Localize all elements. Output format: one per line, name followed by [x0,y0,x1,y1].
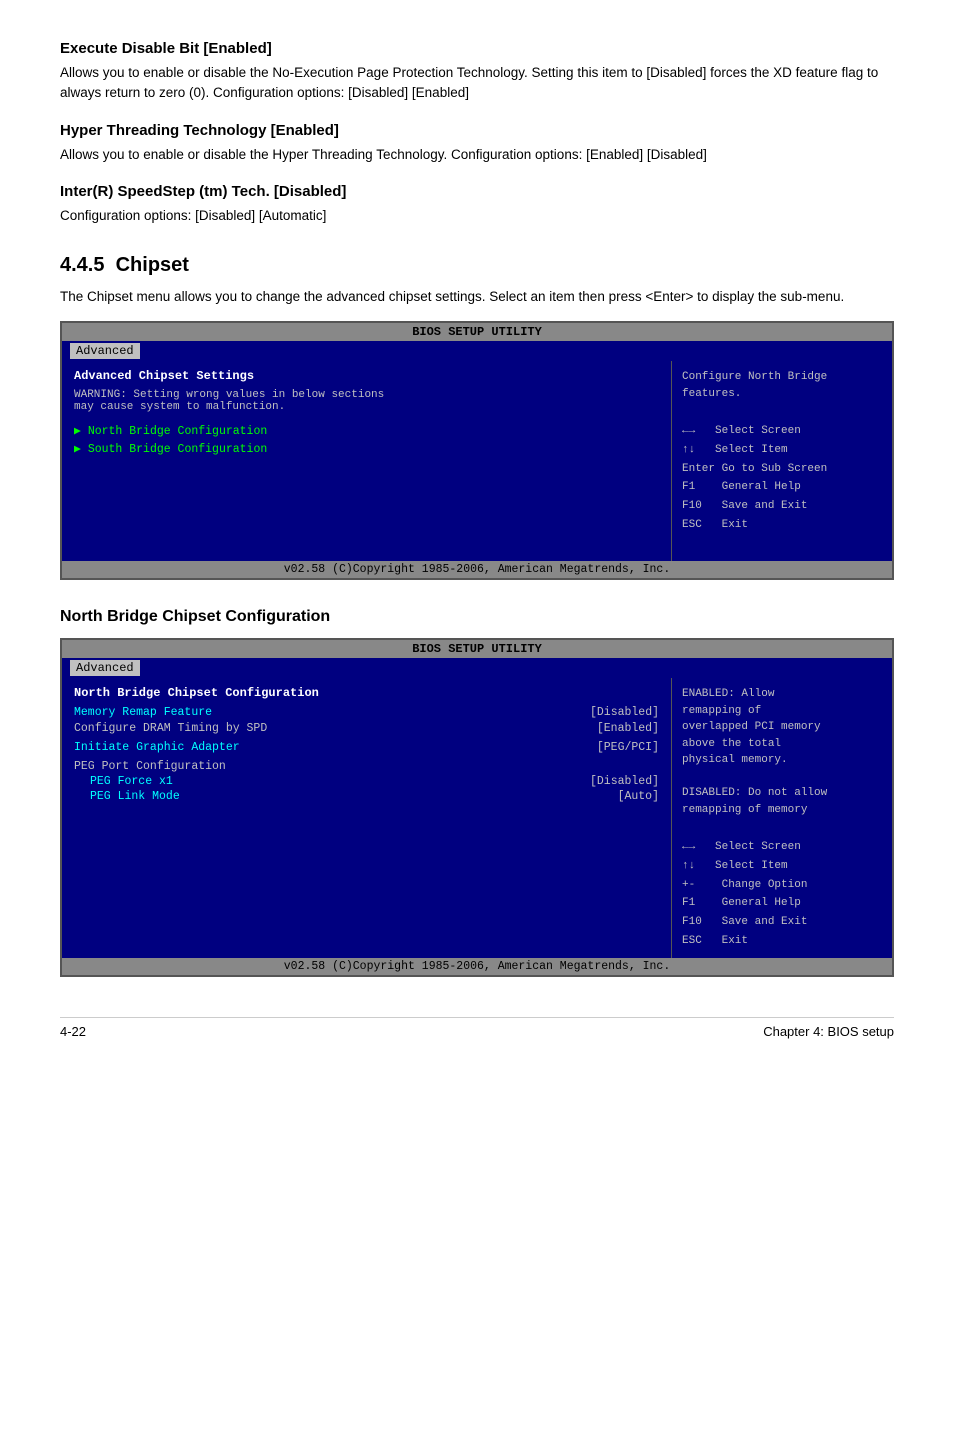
speedstep-body: Configuration options: [Disabled] [Autom… [60,206,894,226]
bios-title-bar-2: BIOS SETUP UTILITY [62,640,892,658]
bios-right-text-1: Configure North Bridgefeatures. [682,369,882,402]
dram-timing-value: [Enabled] [597,722,659,735]
bios-content-1: Advanced Chipset Settings WARNING: Setti… [62,361,892,561]
chipset-intro: The Chipset menu allows you to change th… [60,287,894,307]
hyper-threading-section: Hyper Threading Technology [Enabled] All… [60,122,894,165]
bios-left-header-2: North Bridge Chipset Configuration [74,686,659,700]
bios-content-2: North Bridge Chipset Configuration Memor… [62,678,892,958]
page-number: 4-22 [60,1024,86,1039]
key-exit-2: ESC Exit [682,932,882,951]
graphic-adapter-value: [PEG/PCI] [597,741,659,754]
bios-row-dram-timing[interactable]: Configure DRAM Timing by SPD [Enabled] [74,722,659,735]
north-bridge-heading: North Bridge Chipset Configuration [60,608,894,626]
hyper-threading-body: Allows you to enable or disable the Hype… [60,145,894,165]
peg-force-x1-row[interactable]: PEG Force x1 [Disabled] [74,775,659,788]
bios-tab-bar-1: Advanced [62,341,892,361]
peg-force-x1-label: PEG Force x1 [90,775,173,788]
key-help-2: F1 General Help [682,894,882,913]
chipset-heading: 4.4.5 Chipset [60,254,894,277]
bios-right-text-2: ENABLED: Allow remapping of overlapped P… [682,686,882,818]
bios-screen-1: BIOS SETUP UTILITY Advanced Advanced Chi… [60,321,894,580]
bios-warning-line2: may cause system to malfunction. [74,401,285,413]
bios-left-header-1: Advanced Chipset Settings [74,369,659,383]
bios-title-bar-1: BIOS SETUP UTILITY [62,323,892,341]
peg-link-mode-row[interactable]: PEG Link Mode [Auto] [74,790,659,803]
peg-link-mode-value: [Auto] [618,790,659,803]
execute-disable-title: Execute Disable Bit [Enabled] [60,40,894,57]
key-select-screen-1: ←→ Select Screen [682,422,882,441]
key-change-option-2: +- Change Option [682,876,882,895]
bios-north-bridge-menu[interactable]: North Bridge Configuration [74,423,659,438]
dram-timing-label: Configure DRAM Timing by SPD [74,722,267,735]
bios-row-graphic-adapter[interactable]: Initiate Graphic Adapter [PEG/PCI] [74,741,659,754]
bios-right-panel-2: ENABLED: Allow remapping of overlapped P… [672,678,892,958]
key-exit-1: ESC Exit [682,516,882,535]
speedstep-section: Inter(R) SpeedStep (tm) Tech. [Disabled]… [60,183,894,226]
key-save-2: F10 Save and Exit [682,913,882,932]
chipset-number: 4.4.5 [60,254,104,276]
bios-keys-1: ←→ Select Screen ↑↓ Select Item Enter Go… [682,422,882,534]
bios-row-memory-remap[interactable]: Memory Remap Feature [Disabled] [74,706,659,719]
bios-screen-2: BIOS SETUP UTILITY Advanced North Bridge… [60,638,894,977]
key-help-1: F1 General Help [682,478,882,497]
chipset-title: Chipset [116,254,189,276]
bios-tab-bar-2: Advanced [62,658,892,678]
graphic-adapter-label: Initiate Graphic Adapter [74,741,240,754]
hyper-threading-title: Hyper Threading Technology [Enabled] [60,122,894,139]
key-select-item-2: ↑↓ Select Item [682,857,882,876]
speedstep-title: Inter(R) SpeedStep (tm) Tech. [Disabled] [60,183,894,200]
execute-disable-body: Allows you to enable or disable the No-E… [60,63,894,104]
bios-footer-2: v02.58 (C)Copyright 1985-2006, American … [62,958,892,975]
bios-tab-advanced-2[interactable]: Advanced [70,660,140,676]
bios-warning-1: WARNING: Setting wrong values in below s… [74,389,659,413]
bios-tab-advanced-1[interactable]: Advanced [70,343,140,359]
key-subscreen-1: Enter Go to Sub Screen [682,460,882,479]
memory-remap-label: Memory Remap Feature [74,706,212,719]
bios-right-panel-1: Configure North Bridgefeatures. ←→ Selec… [672,361,892,561]
key-select-item-1: ↑↓ Select Item [682,441,882,460]
bios-keys-2: ←→ Select Screen ↑↓ Select Item +- Chang… [682,838,882,950]
key-save-1: F10 Save and Exit [682,497,882,516]
bios-left-panel-1: Advanced Chipset Settings WARNING: Setti… [62,361,672,561]
page-footer: 4-22 Chapter 4: BIOS setup [60,1017,894,1039]
chapter-label: Chapter 4: BIOS setup [763,1024,894,1039]
bios-warning-line1: WARNING: Setting wrong values in below s… [74,389,384,401]
peg-force-x1-value: [Disabled] [590,775,659,788]
bios-footer-1: v02.58 (C)Copyright 1985-2006, American … [62,561,892,578]
bios-south-bridge-menu[interactable]: South Bridge Configuration [74,441,659,456]
execute-disable-section: Execute Disable Bit [Enabled] Allows you… [60,40,894,104]
chipset-section: 4.4.5 Chipset The Chipset menu allows yo… [60,254,894,580]
bios-left-panel-2: North Bridge Chipset Configuration Memor… [62,678,672,958]
peg-port-config-label: PEG Port Configuration [74,760,659,773]
memory-remap-value: [Disabled] [590,706,659,719]
key-select-screen-2: ←→ Select Screen [682,838,882,857]
north-bridge-section: North Bridge Chipset Configuration BIOS … [60,608,894,977]
peg-link-mode-label: PEG Link Mode [90,790,180,803]
